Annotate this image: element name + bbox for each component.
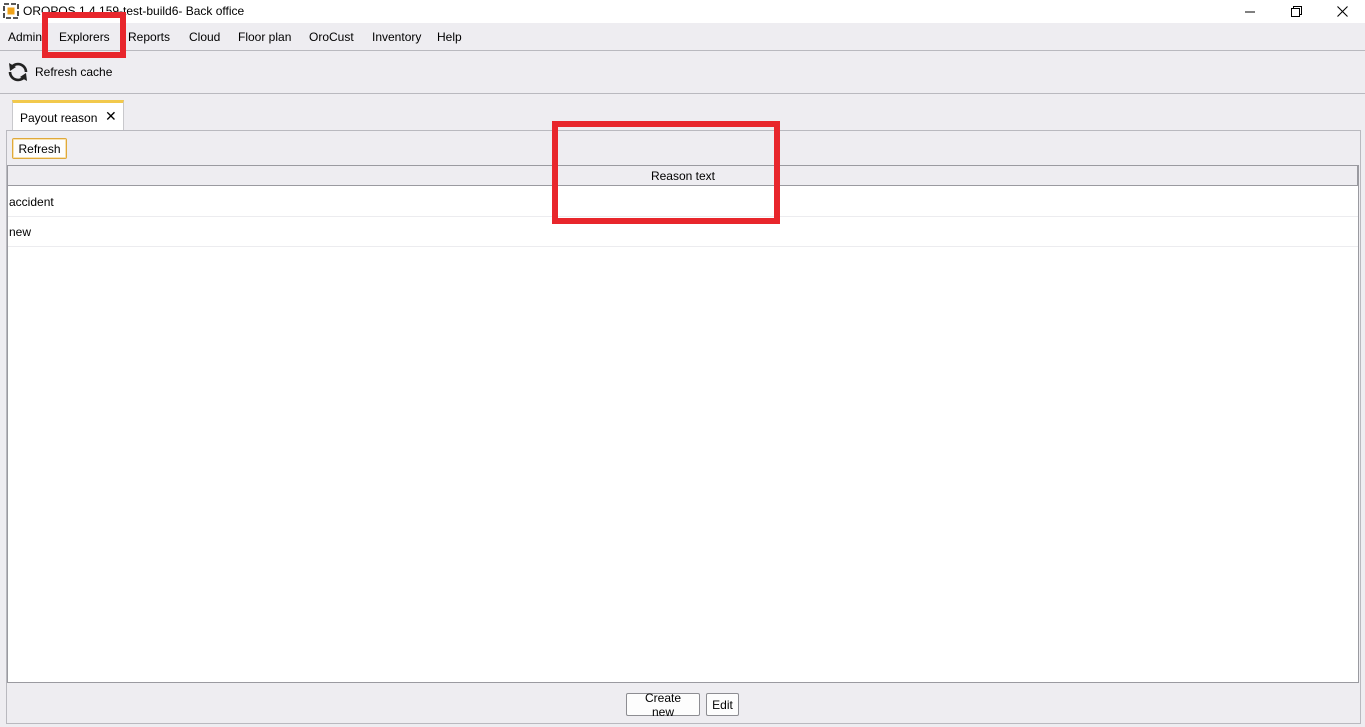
minimize-button[interactable]: [1227, 0, 1273, 23]
edit-button[interactable]: Edit: [706, 693, 739, 716]
create-new-button[interactable]: Create new: [626, 691, 700, 719]
close-icon: [1336, 6, 1348, 17]
menu-help[interactable]: Help: [437, 30, 462, 44]
menu-floor-plan[interactable]: Floor plan: [238, 30, 291, 44]
menu-reports[interactable]: Reports: [128, 30, 170, 44]
menu-orocust[interactable]: OroCust: [309, 30, 354, 44]
menu-admin[interactable]: Admin: [8, 30, 42, 44]
tab-payout-reason[interactable]: Payout reason ✕: [12, 100, 124, 130]
tab-label: Payout reason: [20, 111, 98, 125]
table-header: Reason text: [8, 166, 1358, 186]
column-header-reason-text[interactable]: Reason text: [8, 166, 1358, 186]
menu-cloud[interactable]: Cloud: [189, 30, 220, 44]
refresh-cache-button[interactable]: Refresh cache: [6, 58, 112, 86]
toolbar: Refresh cache: [0, 50, 1365, 94]
app-logo-icon: [3, 3, 19, 19]
payout-reason-table: Reason text accident new: [7, 165, 1359, 683]
title-bar: OROPOS 1.4.159-test-build6- Back office: [0, 0, 1365, 23]
table-row[interactable]: new: [8, 217, 1358, 247]
menu-inventory[interactable]: Inventory: [372, 30, 421, 44]
menu-bar: Admin Explorers Reports Cloud Floor plan…: [0, 23, 1365, 50]
window-title: OROPOS 1.4.159-test-build6- Back office: [23, 4, 245, 18]
refresh-button[interactable]: Refresh: [12, 138, 67, 159]
tab-close-icon[interactable]: ✕: [105, 109, 117, 123]
menu-explorers[interactable]: Explorers: [59, 30, 110, 44]
close-window-button[interactable]: [1319, 0, 1365, 23]
restore-button[interactable]: [1273, 0, 1319, 23]
cell-reason: accident: [9, 195, 54, 209]
minimize-icon: [1245, 11, 1255, 12]
refresh-icon: [8, 62, 28, 82]
cell-reason: new: [9, 225, 32, 239]
table-row[interactable]: accident: [8, 187, 1358, 217]
restore-icon: [1290, 6, 1302, 17]
refresh-cache-label: Refresh cache: [35, 65, 113, 79]
